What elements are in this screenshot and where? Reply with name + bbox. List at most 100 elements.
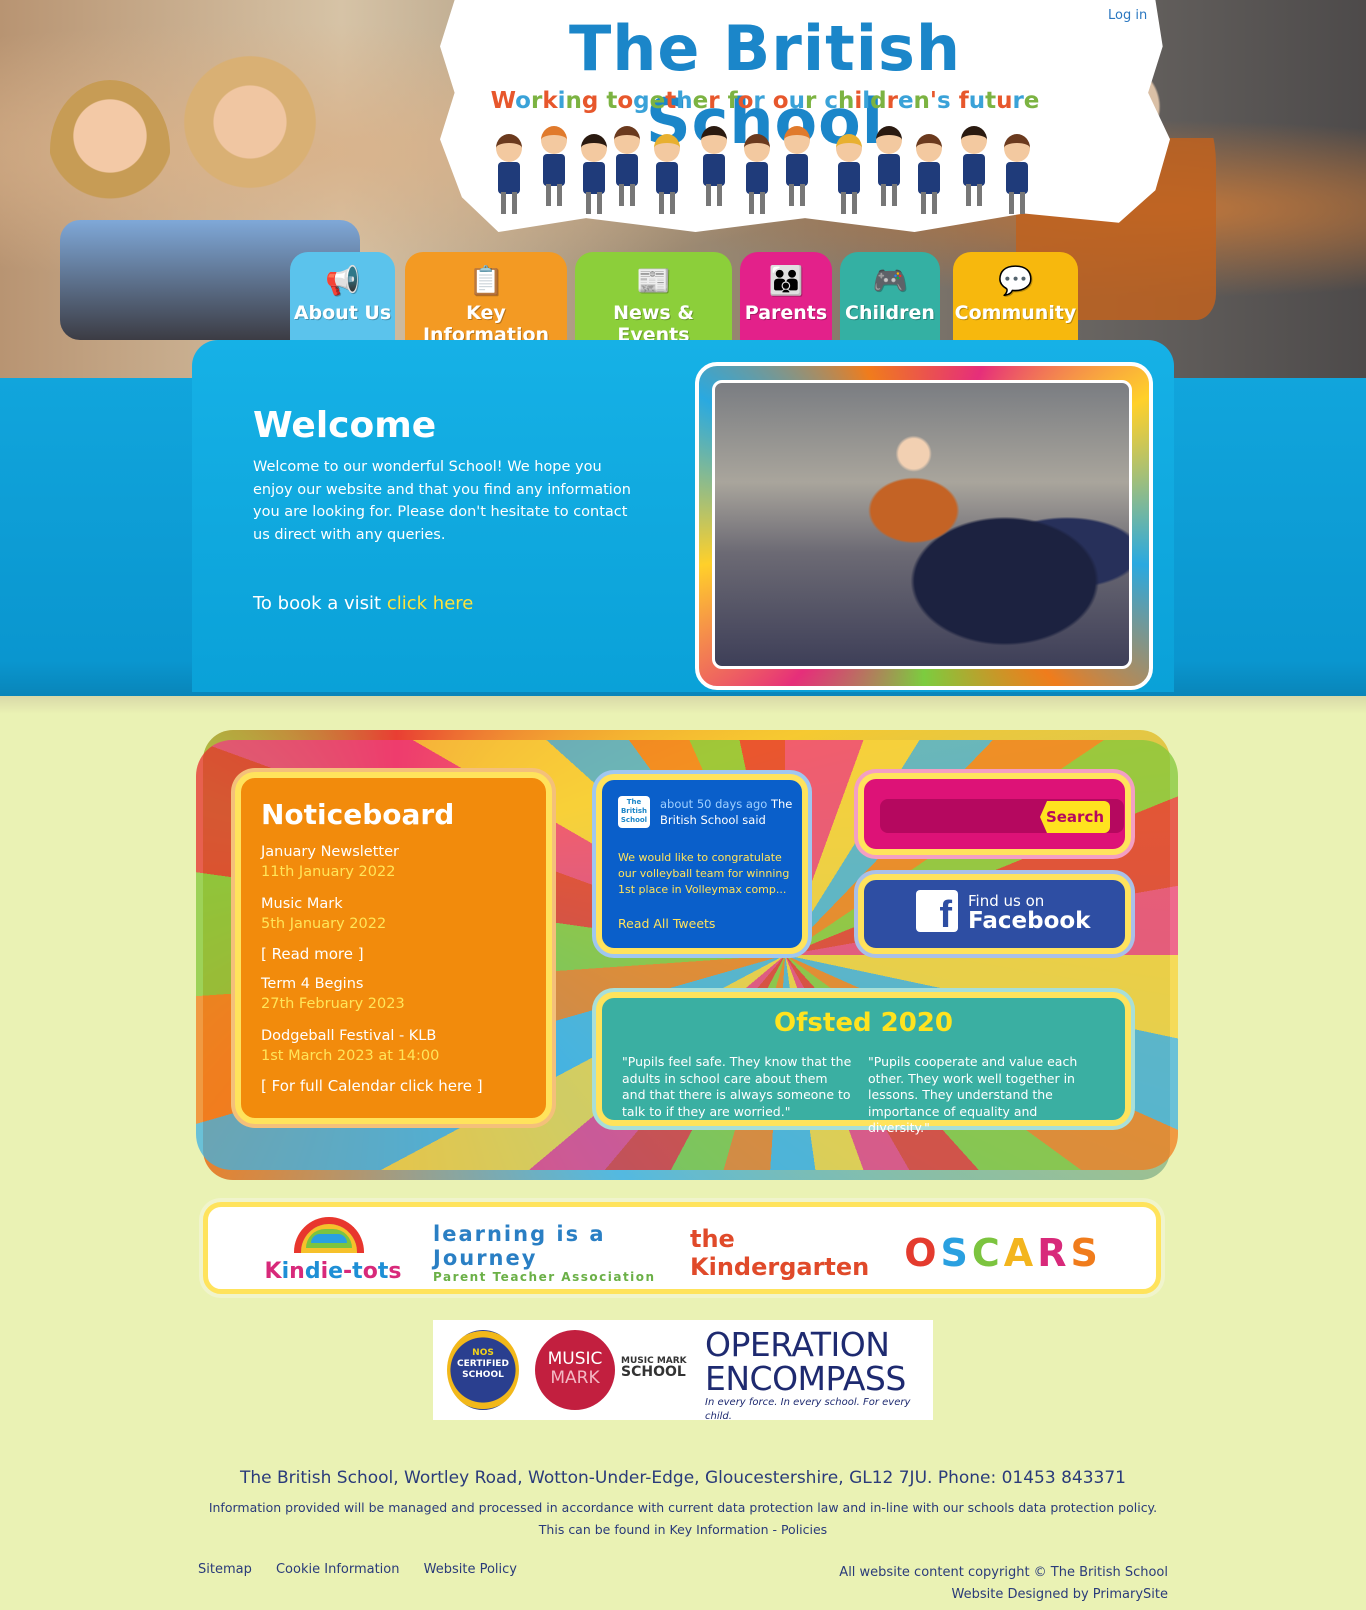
cartoon-child <box>648 128 686 220</box>
notice-title[interactable]: Music Mark <box>261 895 526 914</box>
welcome-title: Welcome <box>253 405 437 446</box>
read-more-link[interactable]: [ Read more ] <box>261 945 526 963</box>
band-shadow <box>0 696 1366 714</box>
op-tagline: In every force. In every school. For eve… <box>705 1397 911 1422</box>
parents-icon: 👪 <box>768 264 804 297</box>
event-date: 27th February 2023 <box>261 996 405 1012</box>
notice-item[interactable]: Music Mark 5th January 2022 <box>261 895 526 935</box>
facebook-widget[interactable]: f Find us on Facebook <box>858 874 1131 954</box>
accreditation-logos: NOS CERTIFIED SCHOOL MUSIC MARK MUSIC MA… <box>433 1320 933 1422</box>
cartoon-child <box>695 120 733 212</box>
nav-tab-children[interactable]: 🎮 Children <box>840 252 940 340</box>
op-line2: ENCOMPASS <box>705 1359 906 1398</box>
data-protection-text: Information provided will be managed and… <box>208 1500 1158 1515</box>
noticeboard: Noticeboard January Newsletter 11th Janu… <box>235 772 552 1124</box>
ofsted-title: Ofsted 2020 <box>774 1008 953 1038</box>
nos-label: NOS <box>472 1348 494 1358</box>
music-mark-word1: MUSIC <box>547 1349 603 1369</box>
cartoon-child <box>955 120 993 212</box>
nav-tab-label: Community <box>954 302 1077 324</box>
cartoon-child <box>490 128 528 220</box>
ofsted-quote: "Pupils cooperate and value each other. … <box>868 1054 1078 1135</box>
cartoon-children-illustration <box>490 120 1060 215</box>
cartoon-child <box>870 120 908 212</box>
cartoon-child <box>608 120 646 212</box>
operation-encompass-logo[interactable]: OPERATION ENCOMPASS In every force. In e… <box>705 1328 925 1424</box>
full-calendar-link[interactable]: [ For full Calendar click here ] <box>261 1077 526 1095</box>
nav-tab-label: Parents <box>744 302 828 324</box>
login-link[interactable]: Log in <box>1108 8 1147 23</box>
website-policy-link[interactable]: Website Policy <box>424 1562 517 1577</box>
event-date: 1st March 2023 at 14:00 <box>261 1048 440 1064</box>
pta-title: learning is a Journey <box>433 1222 606 1270</box>
tweet-body: We would like to congratulate our volley… <box>618 851 790 896</box>
music-mark-school-line2: SCHOOL <box>621 1364 686 1380</box>
nav-tab-label: Children <box>845 302 935 324</box>
policies-text[interactable]: This can be found in Key Information - P… <box>0 1519 1366 1541</box>
footer-address: The British School, Wortley Road, Wotton… <box>239 1468 1126 1488</box>
copyright-text: All website content copyright © The Brit… <box>839 1565 1168 1580</box>
classroom-photo <box>712 380 1132 669</box>
nav-tab-community[interactable]: 💬 Community <box>953 252 1078 340</box>
notice-date: 11th January 2022 <box>261 864 396 880</box>
rainbow-icon <box>294 1217 364 1253</box>
event-title[interactable]: Dodgeball Festival - KLB <box>261 1027 526 1046</box>
cartoon-child <box>535 120 573 212</box>
noticeboard-title: Noticeboard <box>261 798 455 831</box>
event-title[interactable]: Term 4 Begins <box>261 975 526 994</box>
book-visit-link[interactable]: click here <box>387 593 474 614</box>
cartoon-child <box>778 120 816 212</box>
pta-logo[interactable]: learning is a Journey Parent Teacher Ass… <box>433 1222 673 1284</box>
music-mark-word2: MARK <box>550 1368 600 1388</box>
cartoon-child <box>830 128 868 220</box>
footer-copyright: All website content copyright © The Brit… <box>839 1562 1168 1606</box>
footer-links: Sitemap Cookie Information Website Polic… <box>198 1562 537 1577</box>
nav-tab-parents[interactable]: 👪 Parents <box>740 252 832 340</box>
music-mark-school-label: MUSIC MARK SCHOOL <box>621 1356 687 1380</box>
tweet-header: about 50 days ago The British School sai… <box>660 796 800 828</box>
site-tagline: Working together for our children's futu… <box>490 88 1040 114</box>
designed-by-link[interactable]: Website Designed by PrimarySite <box>839 1584 1169 1606</box>
facebook-large-text: Facebook <box>968 908 1091 934</box>
ofsted-widget: Ofsted 2020 "Pupils feel safe. They know… <box>596 992 1131 1135</box>
nos-certified-badge[interactable]: NOS CERTIFIED SCHOOL <box>447 1330 519 1410</box>
book-visit-prefix: To book a visit <box>253 593 387 614</box>
cartoon-child <box>998 128 1036 220</box>
kindergarten-logo[interactable]: the Kindergarten <box>690 1223 900 1283</box>
read-all-tweets-link[interactable]: Read All Tweets <box>618 916 715 931</box>
sitemap-link[interactable]: Sitemap <box>198 1562 252 1577</box>
nav-tab-label: About Us <box>293 302 392 324</box>
welcome-text: Welcome to our wonderful School! We hope… <box>253 459 631 543</box>
facebook-icon: f <box>916 890 958 936</box>
cartoon-child <box>738 128 776 220</box>
kindie-tots-logo[interactable]: Kindie-tots <box>258 1217 408 1284</box>
tweet-time[interactable]: about 50 days ago <box>660 797 767 811</box>
cartoon-child <box>910 128 948 220</box>
notice-item[interactable]: January Newsletter 11th January 2022 <box>261 843 526 883</box>
cookie-information-link[interactable]: Cookie Information <box>276 1562 400 1577</box>
pta-subtitle: Parent Teacher Association <box>433 1270 656 1284</box>
book-visit-text: To book a visit click here <box>253 593 473 614</box>
clipboard-icon: 📋 <box>468 264 504 297</box>
notice-title[interactable]: January Newsletter <box>261 843 526 862</box>
twitter-avatar: The British School <box>618 796 650 828</box>
twitter-widget: The British School about 50 days ago The… <box>596 774 808 954</box>
ofsted-quote: "Pupils feel safe. They know that the ad… <box>622 1054 852 1119</box>
gamepad-icon: 🎮 <box>872 264 908 297</box>
nav-tab-key-information[interactable]: 📋 Key Information <box>405 252 567 346</box>
oscars-logo[interactable]: OSCARS <box>904 1223 1098 1283</box>
search-button[interactable]: Search <box>1040 801 1110 833</box>
event-item[interactable]: Term 4 Begins 27th February 2023 <box>261 975 526 1015</box>
speech-bubble-icon: 💬 <box>998 264 1033 297</box>
notice-date: 5th January 2022 <box>261 916 387 932</box>
footer-info: Information provided will be managed and… <box>0 1497 1366 1541</box>
nav-tab-about-us[interactable]: 📢 About Us <box>290 252 395 340</box>
newspaper-icon: 📰 <box>636 264 671 297</box>
nav-tab-news-events[interactable]: 📰 News & Events <box>575 252 732 346</box>
kindie-tots-label: Kindie-tots <box>264 1259 402 1284</box>
event-item[interactable]: Dodgeball Festival - KLB 1st March 2023 … <box>261 1027 526 1067</box>
music-mark-logo[interactable]: MUSIC MARK <box>535 1330 615 1410</box>
nos-school-label: SCHOOL <box>462 1370 504 1380</box>
partner-logos: Kindie-tots learning is a Journey Parent… <box>203 1202 1161 1294</box>
nos-certified-label: CERTIFIED <box>457 1359 509 1369</box>
